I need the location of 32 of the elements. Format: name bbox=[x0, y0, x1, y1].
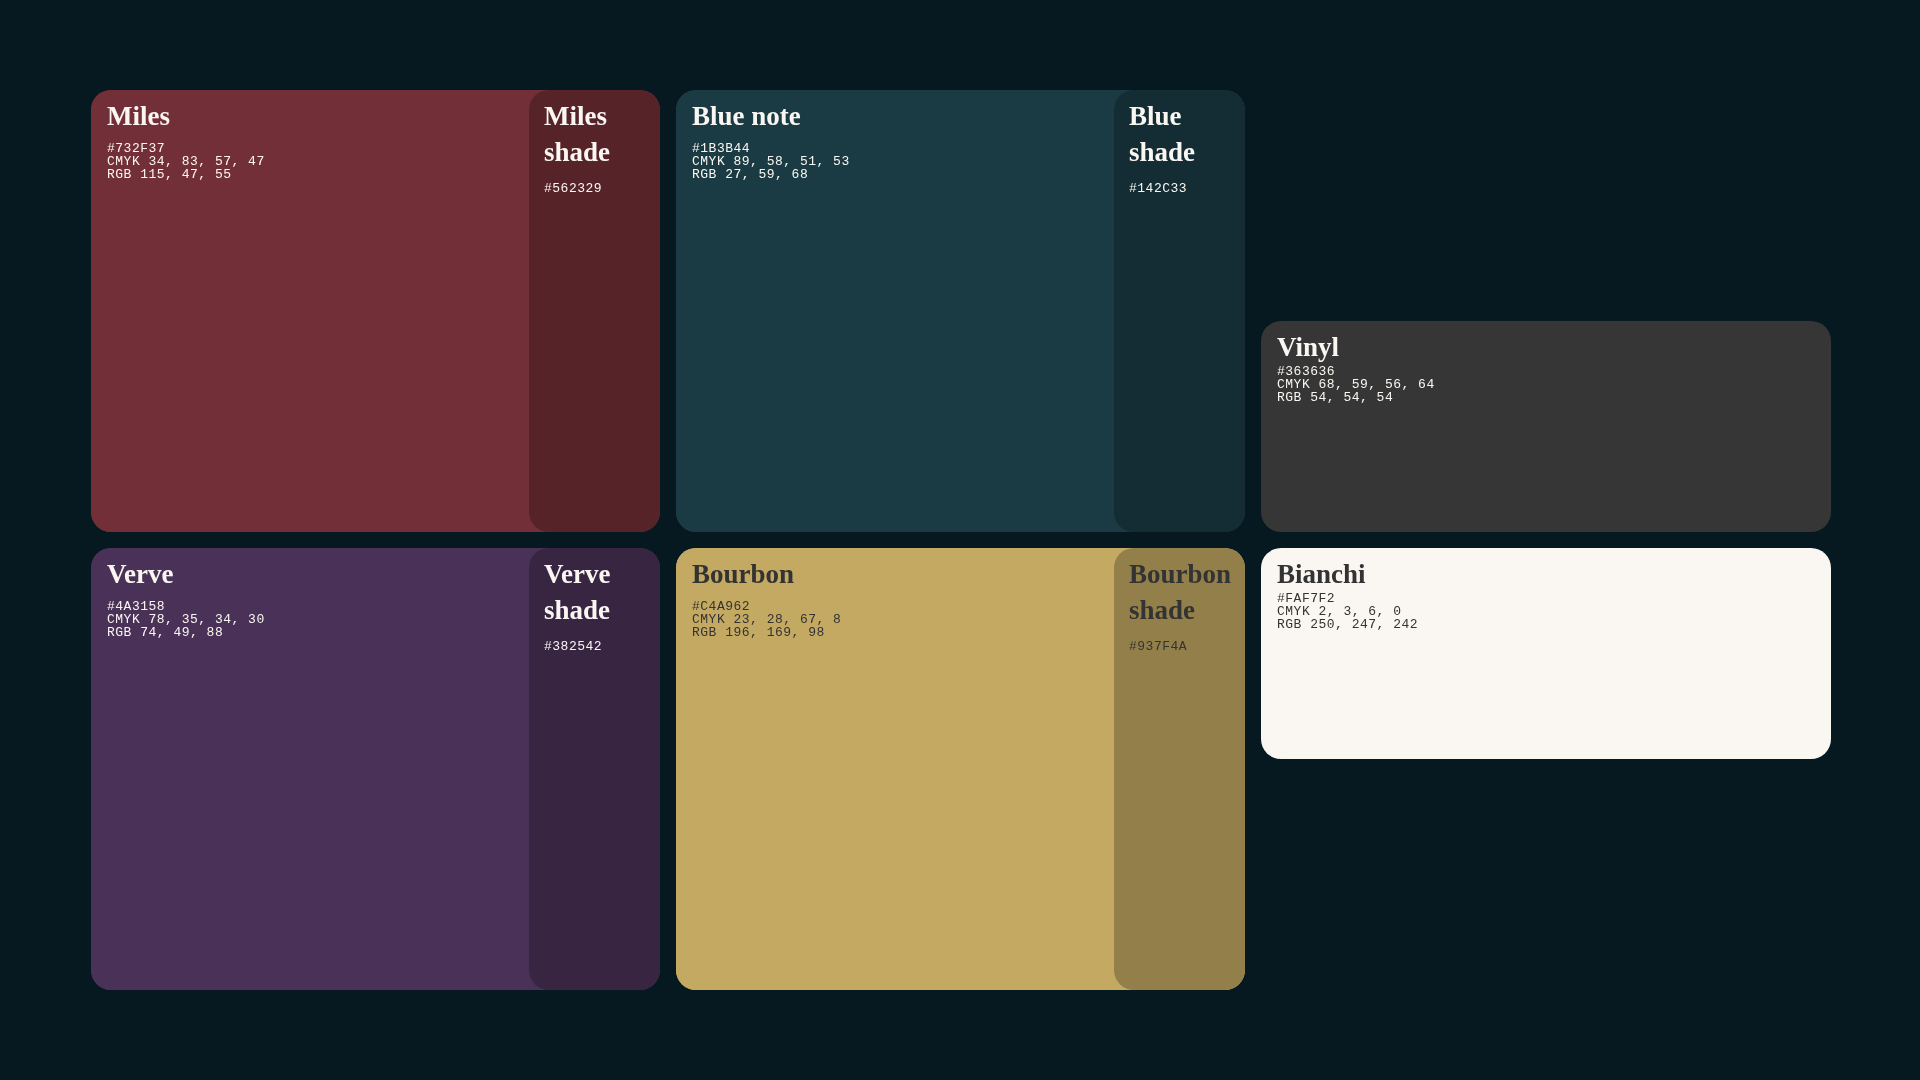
color-code: #1B3B44 bbox=[692, 142, 752, 155]
swatch-name: Verve shade bbox=[544, 558, 612, 627]
color-code: CMYK 34, 83, 57, 47 bbox=[107, 155, 265, 168]
color-code: CMYK 23, 28, 67, 8 bbox=[692, 613, 842, 626]
color-code: RGB 27, 59, 68 bbox=[692, 168, 810, 181]
color-code: #142C33 bbox=[1129, 182, 1188, 195]
color-code: #363636 bbox=[1277, 365, 1337, 378]
color-code: CMYK 68, 59, 56, 64 bbox=[1277, 378, 1435, 391]
color-code: #FAF7F2 bbox=[1277, 592, 1337, 605]
swatch-name: Blue shade bbox=[1129, 100, 1197, 169]
color-code: #4A3158 bbox=[107, 600, 167, 613]
color-code: CMYK 2, 3, 6, 0 bbox=[1277, 605, 1403, 618]
color-code: RGB 115, 47, 55 bbox=[107, 168, 233, 181]
swatch-name: Verve bbox=[107, 558, 174, 591]
color-code: RGB 54, 54, 54 bbox=[1277, 391, 1395, 404]
color-code: CMYK 78, 35, 34, 30 bbox=[107, 613, 265, 626]
color-code: #C4A962 bbox=[692, 600, 752, 613]
swatch-name: Miles shade bbox=[544, 100, 612, 169]
swatch-name: Bourbon bbox=[692, 558, 795, 591]
color-code: RGB 74, 49, 88 bbox=[107, 626, 225, 639]
color-code: #732F37 bbox=[107, 142, 167, 155]
swatch-name: Vinyl bbox=[1277, 331, 1339, 364]
swatch-name: Bourbon shade bbox=[1129, 558, 1232, 627]
color-code: CMYK 89, 58, 51, 53 bbox=[692, 155, 850, 168]
color-code: RGB 250, 247, 242 bbox=[1277, 618, 1419, 631]
color-code: #382542 bbox=[544, 640, 603, 653]
swatch-name: Miles bbox=[107, 100, 170, 133]
swatch-name: Blue note bbox=[692, 100, 801, 133]
color-code: RGB 196, 169, 98 bbox=[692, 626, 826, 639]
swatch-name: Bianchi bbox=[1277, 558, 1366, 591]
color-code: #562329 bbox=[544, 182, 603, 195]
color-code: #937F4A bbox=[1129, 640, 1188, 653]
